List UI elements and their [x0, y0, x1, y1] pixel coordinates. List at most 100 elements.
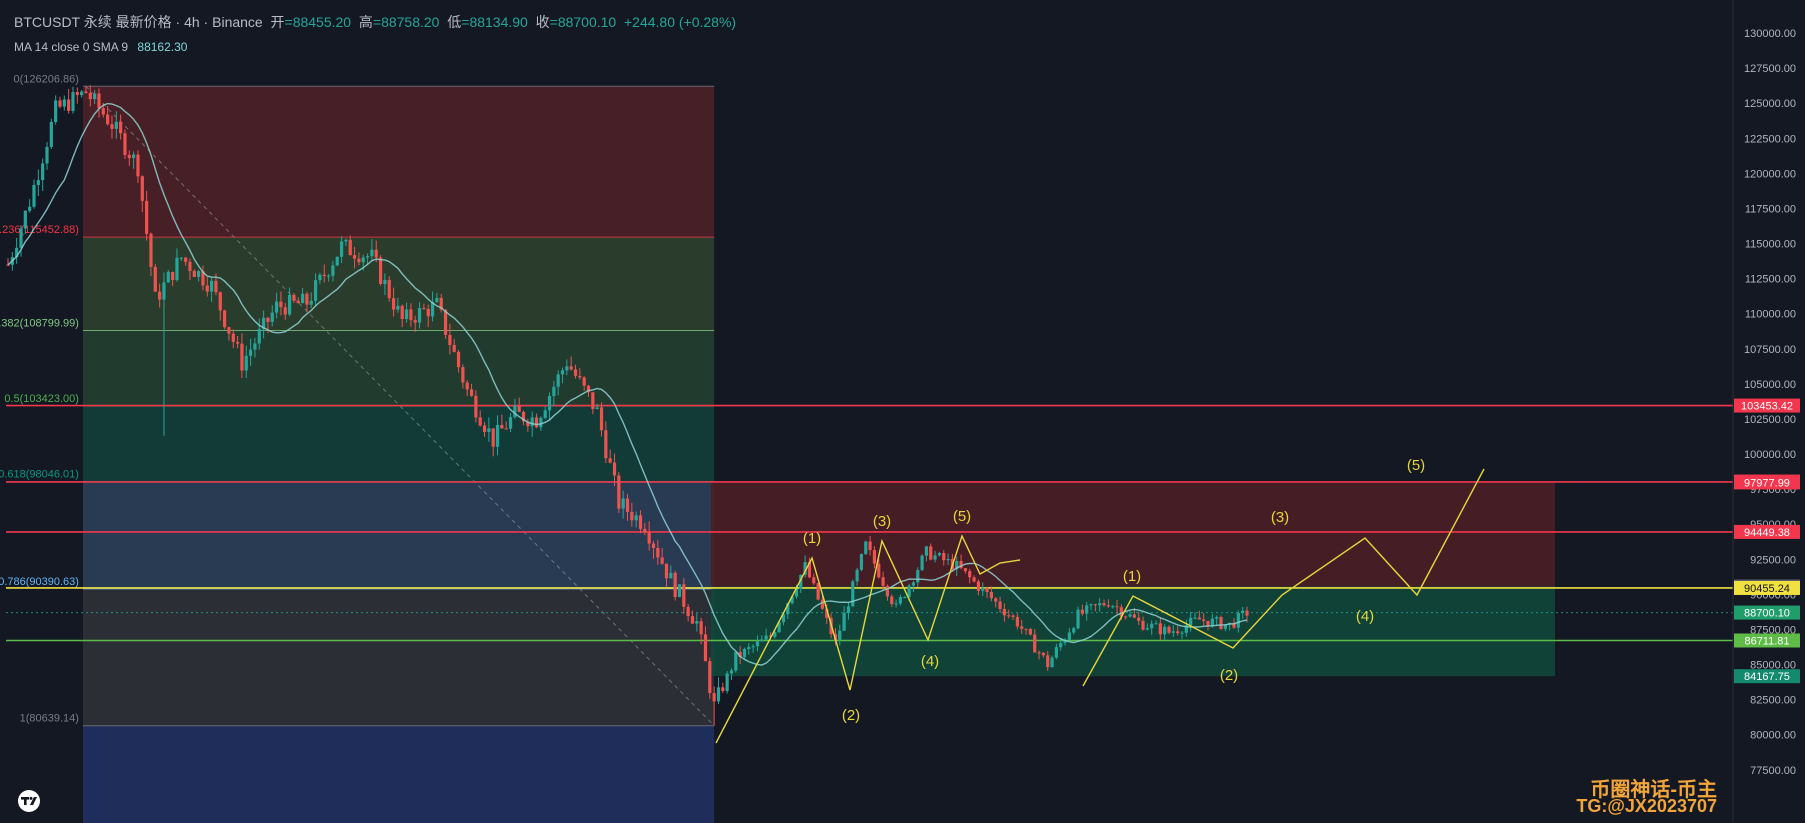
candle-body [599, 407, 604, 431]
candle-body [318, 274, 322, 281]
indicator-value: 88162.30 [137, 40, 188, 54]
candle-body [1132, 614, 1136, 618]
candle-body [136, 154, 140, 177]
candle-body [933, 555, 937, 560]
candle-body [942, 553, 946, 561]
price-axis-tick: 127500.00 [1744, 63, 1796, 75]
candle-body [1176, 631, 1180, 634]
candle-body [1059, 642, 1063, 648]
candle-body [19, 228, 23, 248]
candle-body [257, 328, 261, 344]
fib-band-extension [82, 725, 715, 823]
candle-body [911, 582, 916, 586]
candle-body [500, 424, 504, 429]
candle-body [1020, 626, 1024, 629]
candle-body [517, 405, 521, 412]
price-axis-tick: 102500.00 [1744, 414, 1796, 426]
candle-body [868, 541, 872, 550]
candle-body [404, 309, 409, 319]
candle-body [946, 559, 950, 561]
candle-body [478, 417, 482, 426]
candle-body [569, 366, 573, 370]
watermark-contact: TG:@JX2023707 [1576, 796, 1717, 816]
candle-body [664, 563, 669, 579]
candle-body [539, 417, 543, 428]
interval-label[interactable]: 4h [184, 14, 200, 30]
candle-body [1202, 619, 1206, 621]
close-value: 88700.10 [557, 14, 617, 30]
chart-window[interactable]: 0(126206.86) .236(115452.88) .382(108799.9… [0, 0, 1805, 823]
price-axis-tick: 117500.00 [1745, 203, 1796, 215]
candle-body [495, 424, 500, 447]
candle-body [469, 389, 474, 396]
candle-body [677, 584, 682, 598]
candle-body [1028, 629, 1032, 635]
candle-body [552, 386, 556, 397]
wave-label: (4) [1356, 608, 1374, 625]
candle-body [963, 568, 968, 572]
candle-body [846, 606, 851, 613]
fib-band [82, 405, 715, 482]
candle-body [1145, 628, 1149, 630]
candle-body [972, 577, 976, 582]
candle-body [760, 639, 764, 642]
candle-body [1150, 623, 1154, 629]
candle-body [686, 606, 690, 617]
tradingview-logo-icon[interactable] [14, 790, 44, 812]
candle-body [504, 428, 508, 430]
price-axis-tick: 80000.00 [1750, 730, 1796, 742]
candle-body [166, 271, 170, 283]
candle-body [1219, 617, 1223, 629]
symbol-name[interactable]: BTCUSDT [14, 14, 80, 30]
candle-body [227, 327, 231, 334]
candle-body [383, 280, 387, 284]
fib-band [82, 588, 715, 726]
candle-body [357, 258, 361, 263]
candle-body [1180, 632, 1184, 634]
candle-body [859, 554, 864, 570]
candle-body [894, 603, 898, 605]
candle-body [378, 257, 383, 284]
candle-body [838, 630, 842, 641]
price-axis-tick: 122500.00 [1744, 133, 1796, 145]
candle-body [253, 343, 257, 350]
candle-body [1189, 617, 1193, 626]
candle-body [651, 543, 656, 548]
candle-body [968, 571, 972, 578]
candle-body [270, 312, 274, 322]
exchange-label: Binance [212, 14, 263, 30]
candle-body [391, 298, 396, 310]
candle-body [1093, 604, 1097, 606]
price-axis-tick: 107500.00 [1744, 344, 1796, 356]
candle-body [1158, 623, 1162, 635]
price-axis-tick: 110000.00 [1745, 309, 1796, 321]
candle-body [474, 395, 478, 418]
candle-body [482, 425, 487, 432]
candle-body [981, 587, 985, 591]
candle-body [556, 374, 560, 387]
candle-body [755, 641, 760, 647]
candle-body [1067, 632, 1071, 640]
price-label-text: 103453.42 [1741, 401, 1793, 413]
candle-body [621, 498, 625, 509]
candle-body [885, 585, 890, 597]
contract-type: 永续 [83, 14, 112, 30]
candle-body [32, 185, 36, 207]
candle-body [890, 596, 894, 605]
indicator-legend[interactable]: MA 14 close 0 SMA 9 88162.30 [14, 40, 187, 54]
candle-body [106, 114, 110, 125]
candle-body [218, 292, 222, 311]
candle-body [716, 687, 721, 702]
candle-body [153, 266, 157, 292]
candle-body [145, 200, 149, 234]
wave-label: (4) [921, 653, 939, 670]
candle-body [80, 91, 84, 96]
open-label: 开 [270, 14, 285, 30]
candle-body [149, 233, 153, 267]
candle-body [197, 271, 201, 277]
candle-body [725, 673, 729, 691]
candle-body [1085, 605, 1089, 614]
candle-body [97, 93, 101, 109]
price-chart[interactable]: 0(126206.86) .236(115452.88) .382(108799.9… [0, 0, 1805, 823]
candle-body [513, 405, 517, 418]
